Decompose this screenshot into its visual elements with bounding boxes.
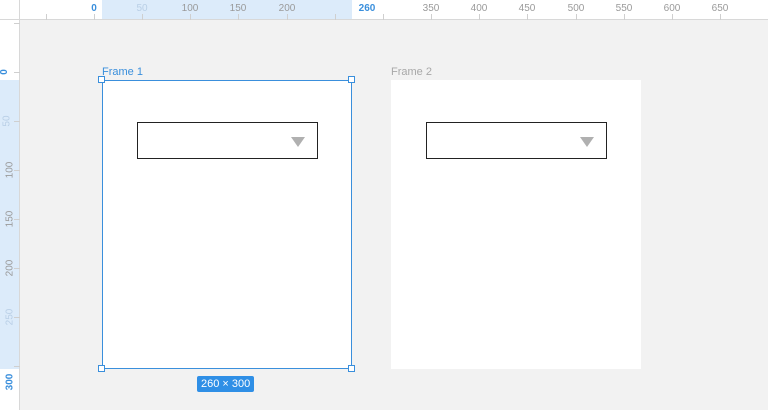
ruler-tick [383,14,384,20]
ruler-label: 0 [91,3,97,14]
ruler-label: 300 [4,373,16,391]
ruler-label: 200 [4,259,16,277]
ruler-label: 500 [567,3,585,14]
ruler-label: 50 [136,3,148,14]
triangle-down-icon [291,137,305,147]
ruler-label: 50 [1,115,13,127]
resize-handle-top-right[interactable] [348,76,355,83]
ruler-tick [14,121,20,122]
ruler-tick [46,14,47,20]
ruler-tick [14,72,20,73]
ruler-label: 0 [0,69,11,75]
ruler-label: 350 [422,3,440,14]
ruler-label: 260 [358,3,376,14]
size-badge: 260 × 300 [197,376,255,392]
ruler-label: 100 [181,3,199,14]
ruler-label: 600 [663,3,681,14]
ruler-label: 400 [470,3,488,14]
ruler-label: 200 [278,3,296,14]
dropdown-select[interactable] [426,122,607,159]
ruler-tick [14,23,20,24]
frame-2[interactable] [391,80,641,369]
resize-handle-bottom-right[interactable] [348,365,355,372]
frame-1-title[interactable]: Frame 1 [102,66,143,78]
ruler-label: 250 [4,308,16,326]
frame-1[interactable] [102,80,352,369]
frame-2-title[interactable]: Frame 2 [391,66,432,78]
ruler-tick [335,14,336,20]
resize-handle-bottom-left[interactable] [98,365,105,372]
resize-handle-top-left[interactable] [98,76,105,83]
horizontal-ruler[interactable]: 0 50 100 150 200 260 350 400 450 500 550 600 650 [0,0,768,20]
ruler-tick [14,366,20,367]
triangle-down-icon [580,137,594,147]
vertical-ruler[interactable]: 0 50 100 150 200 250 300 [0,20,20,410]
ruler-label: 650 [711,3,729,14]
dropdown-select[interactable] [137,122,318,159]
ruler-label: 150 [4,210,16,228]
ruler-label: 100 [4,161,16,179]
ruler-label: 550 [615,3,633,14]
ruler-label: 450 [518,3,536,14]
ruler-label: 150 [229,3,247,14]
ruler-corner [0,0,20,20]
